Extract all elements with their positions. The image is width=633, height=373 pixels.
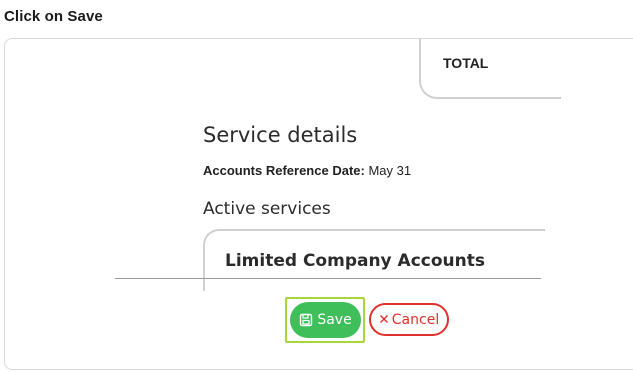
divider [115, 278, 541, 279]
total-label: TOTAL [443, 55, 489, 71]
section-title: Service details [203, 123, 358, 147]
cancel-button[interactable]: Cancel [369, 303, 449, 336]
ref-date-value: May 31 [364, 163, 412, 178]
service-panel: TOTAL Service details Accounts Reference… [4, 38, 633, 370]
service-card: Limited Company Accounts [203, 229, 545, 291]
instruction-text: Click on Save [4, 8, 103, 25]
save-button-label: Save [317, 312, 352, 328]
save-button[interactable]: Save [290, 302, 361, 338]
ref-date-key: Accounts Reference Date: [203, 163, 365, 178]
active-services-title: Active services [203, 199, 331, 219]
cancel-button-label: Cancel [391, 311, 440, 328]
service-name: Limited Company Accounts [225, 251, 485, 271]
total-card: TOTAL [419, 39, 561, 99]
floppy-disk-icon [299, 313, 313, 327]
accounts-reference-date: Accounts Reference Date: May 31 [203, 163, 411, 178]
close-icon [379, 312, 389, 328]
